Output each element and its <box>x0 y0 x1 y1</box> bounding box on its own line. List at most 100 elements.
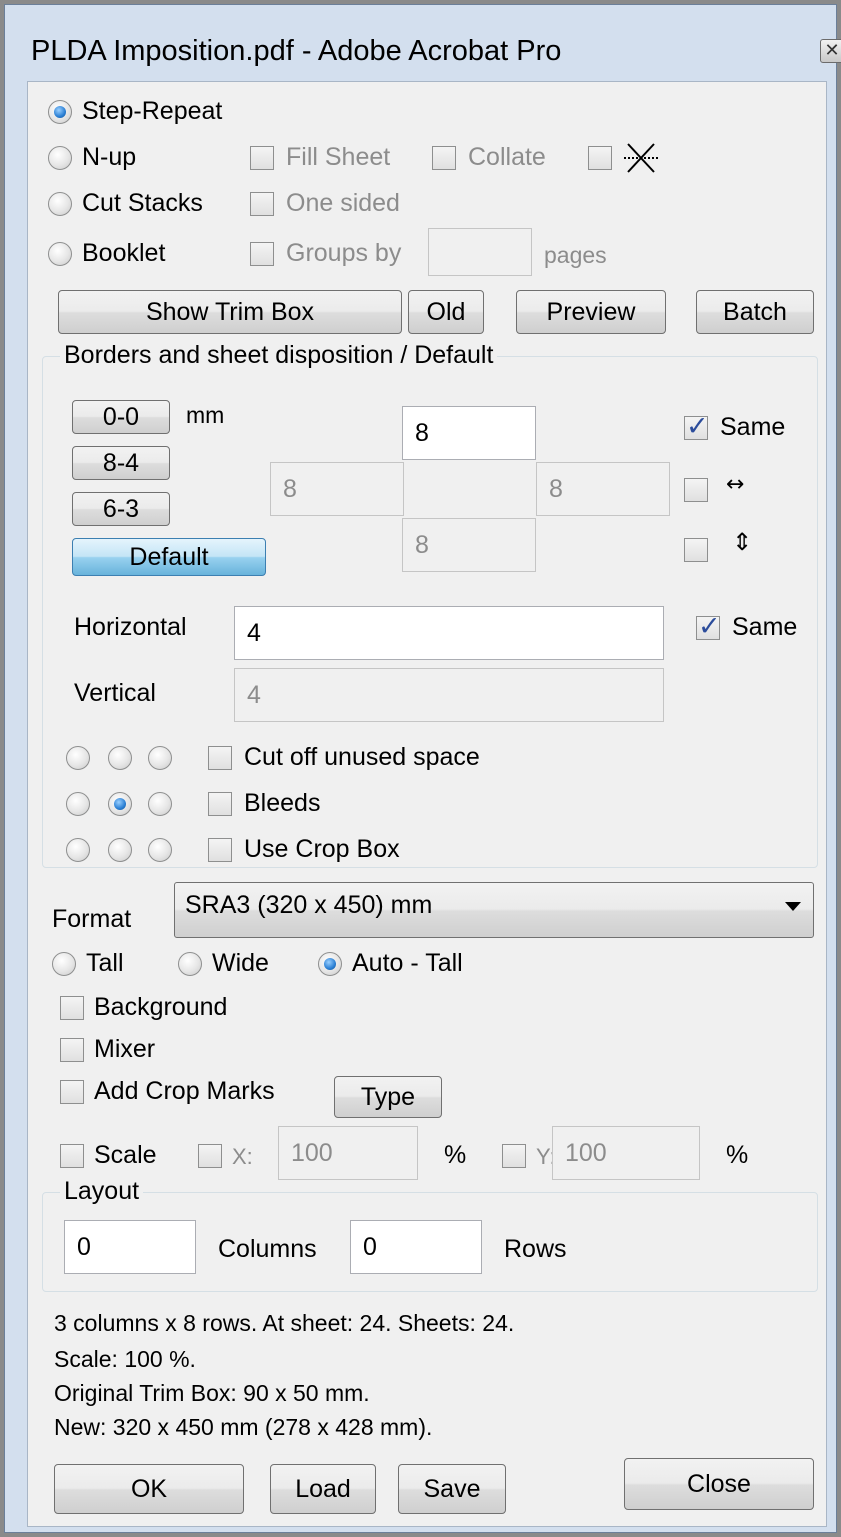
radio-booklet[interactable] <box>48 242 72 266</box>
label-background: Background <box>94 993 228 1021</box>
dialog-window: PLDA Imposition.pdf - Adobe Acrobat Pro … <box>4 4 841 1533</box>
ok-button[interactable]: OK <box>54 1464 244 1514</box>
anchor-middle-center[interactable] <box>108 792 132 816</box>
vertical-gap-input[interactable] <box>234 668 664 722</box>
checkbox-vertical-mirror[interactable] <box>684 538 708 562</box>
label-borders-same: Same <box>720 413 786 441</box>
columns-input[interactable] <box>64 1220 196 1274</box>
label-auto-tall: Auto - Tall <box>352 949 463 977</box>
old-button[interactable]: Old <box>408 290 484 334</box>
preview-button[interactable]: Preview <box>516 290 666 334</box>
preset-6-3-button[interactable]: 6-3 <box>72 492 170 526</box>
checkbox-cut-off-unused[interactable] <box>208 746 232 770</box>
anchor-bottom-left[interactable] <box>66 838 90 862</box>
preset-0-0-button[interactable]: 0-0 <box>72 400 170 434</box>
checkbox-gap-same[interactable] <box>696 611 721 642</box>
scale-y-input[interactable] <box>552 1126 700 1180</box>
window-title: PLDA Imposition.pdf - Adobe Acrobat Pro <box>31 35 562 67</box>
anchor-middle-right[interactable] <box>148 792 172 816</box>
label-add-crop-marks: Add Crop Marks <box>94 1077 275 1105</box>
label-booklet: Booklet <box>82 239 166 267</box>
label-gap-same: Same <box>732 613 798 641</box>
checkbox-horizontal-mirror[interactable] <box>684 478 708 502</box>
checkbox-cut-marks[interactable] <box>588 146 612 170</box>
radio-wide[interactable] <box>178 952 202 976</box>
unit-label: mm <box>186 402 225 428</box>
label-one-sided: One sided <box>286 189 400 217</box>
label-scale-x: X: <box>232 1144 253 1169</box>
label-wide: Wide <box>212 949 269 977</box>
anchor-top-left[interactable] <box>66 746 90 770</box>
label-format: Format <box>52 905 132 933</box>
radio-tall[interactable] <box>52 952 76 976</box>
label-mixer: Mixer <box>94 1035 156 1063</box>
label-vertical: Vertical <box>74 679 156 707</box>
label-rows: Rows <box>504 1235 567 1263</box>
rows-input[interactable] <box>350 1220 482 1274</box>
radio-cut-stacks[interactable] <box>48 192 72 216</box>
scale-x-input[interactable] <box>278 1126 418 1180</box>
preset-default-button[interactable]: Default <box>72 538 266 576</box>
horizontal-gap-input[interactable] <box>234 606 664 660</box>
checkbox-add-crop-marks[interactable] <box>60 1080 84 1104</box>
anchor-middle-left[interactable] <box>66 792 90 816</box>
label-horizontal: Horizontal <box>74 613 187 641</box>
checkbox-borders-same[interactable] <box>684 411 709 442</box>
horizontal-arrows-icon: ↔ <box>726 472 745 497</box>
cut-marks-icon <box>624 143 658 173</box>
preset-8-4-button[interactable]: 8-4 <box>72 446 170 480</box>
label-pages: pages <box>544 242 607 268</box>
status-line-4: New: 320 x 450 mm (278 x 428 mm). <box>54 1414 433 1440</box>
batch-button[interactable]: Batch <box>696 290 814 334</box>
radio-step-repeat[interactable] <box>48 100 72 124</box>
border-right-input[interactable] <box>536 462 670 516</box>
close-icon[interactable]: ✕ <box>820 39 841 63</box>
label-scale-x-percent: % <box>444 1141 467 1169</box>
anchor-bottom-center[interactable] <box>108 838 132 862</box>
title-bar[interactable]: PLDA Imposition.pdf - Adobe Acrobat Pro … <box>5 5 841 81</box>
border-top-input[interactable] <box>402 406 536 460</box>
save-button[interactable]: Save <box>398 1464 506 1514</box>
anchor-bottom-right[interactable] <box>148 838 172 862</box>
label-bleeds: Bleeds <box>244 789 321 817</box>
load-button[interactable]: Load <box>270 1464 376 1514</box>
groups-by-input[interactable] <box>428 228 532 276</box>
vertical-arrows-icon: ⇕ <box>732 528 753 556</box>
label-nup: N-up <box>82 143 137 171</box>
radio-nup[interactable] <box>48 146 72 170</box>
crop-marks-type-button[interactable]: Type <box>334 1076 442 1118</box>
border-left-input[interactable] <box>270 462 404 516</box>
chevron-down-icon <box>785 902 801 911</box>
checkbox-mixer[interactable] <box>60 1038 84 1062</box>
checkbox-fill-sheet[interactable] <box>250 146 274 170</box>
label-cut-stacks: Cut Stacks <box>82 189 203 217</box>
anchor-top-right[interactable] <box>148 746 172 770</box>
label-step-repeat: Step-Repeat <box>82 97 223 125</box>
layout-legend: Layout <box>60 1176 144 1206</box>
checkbox-bleeds[interactable] <box>208 792 232 816</box>
anchor-top-center[interactable] <box>108 746 132 770</box>
show-trim-box-button[interactable]: Show Trim Box <box>58 290 402 334</box>
dialog-client: Step-Repeat N-up Fill Sheet Collate Cut … <box>27 81 827 1527</box>
checkbox-background[interactable] <box>60 996 84 1020</box>
format-select[interactable]: SRA3 (320 x 450) mm <box>174 882 814 938</box>
checkbox-scale-x[interactable] <box>198 1144 222 1168</box>
close-button[interactable]: Close <box>624 1458 814 1510</box>
label-use-crop-box: Use Crop Box <box>244 835 400 863</box>
format-select-value: SRA3 (320 x 450) mm <box>185 891 433 919</box>
label-columns: Columns <box>218 1235 317 1263</box>
borders-legend: Borders and sheet disposition / Default <box>60 340 498 370</box>
checkbox-scale[interactable] <box>60 1144 84 1168</box>
checkbox-one-sided[interactable] <box>250 192 274 216</box>
checkbox-use-crop-box[interactable] <box>208 838 232 862</box>
status-line-2: Scale: 100 %. <box>54 1346 196 1372</box>
label-scale: Scale <box>94 1141 157 1169</box>
checkbox-scale-y[interactable] <box>502 1144 526 1168</box>
border-bottom-input[interactable] <box>402 518 536 572</box>
label-tall: Tall <box>86 949 124 977</box>
radio-auto-tall[interactable] <box>318 952 342 976</box>
checkbox-collate[interactable] <box>432 146 456 170</box>
checkbox-groups-by[interactable] <box>250 242 274 266</box>
label-cut-off-unused: Cut off unused space <box>244 743 480 771</box>
label-fill-sheet: Fill Sheet <box>286 143 391 171</box>
